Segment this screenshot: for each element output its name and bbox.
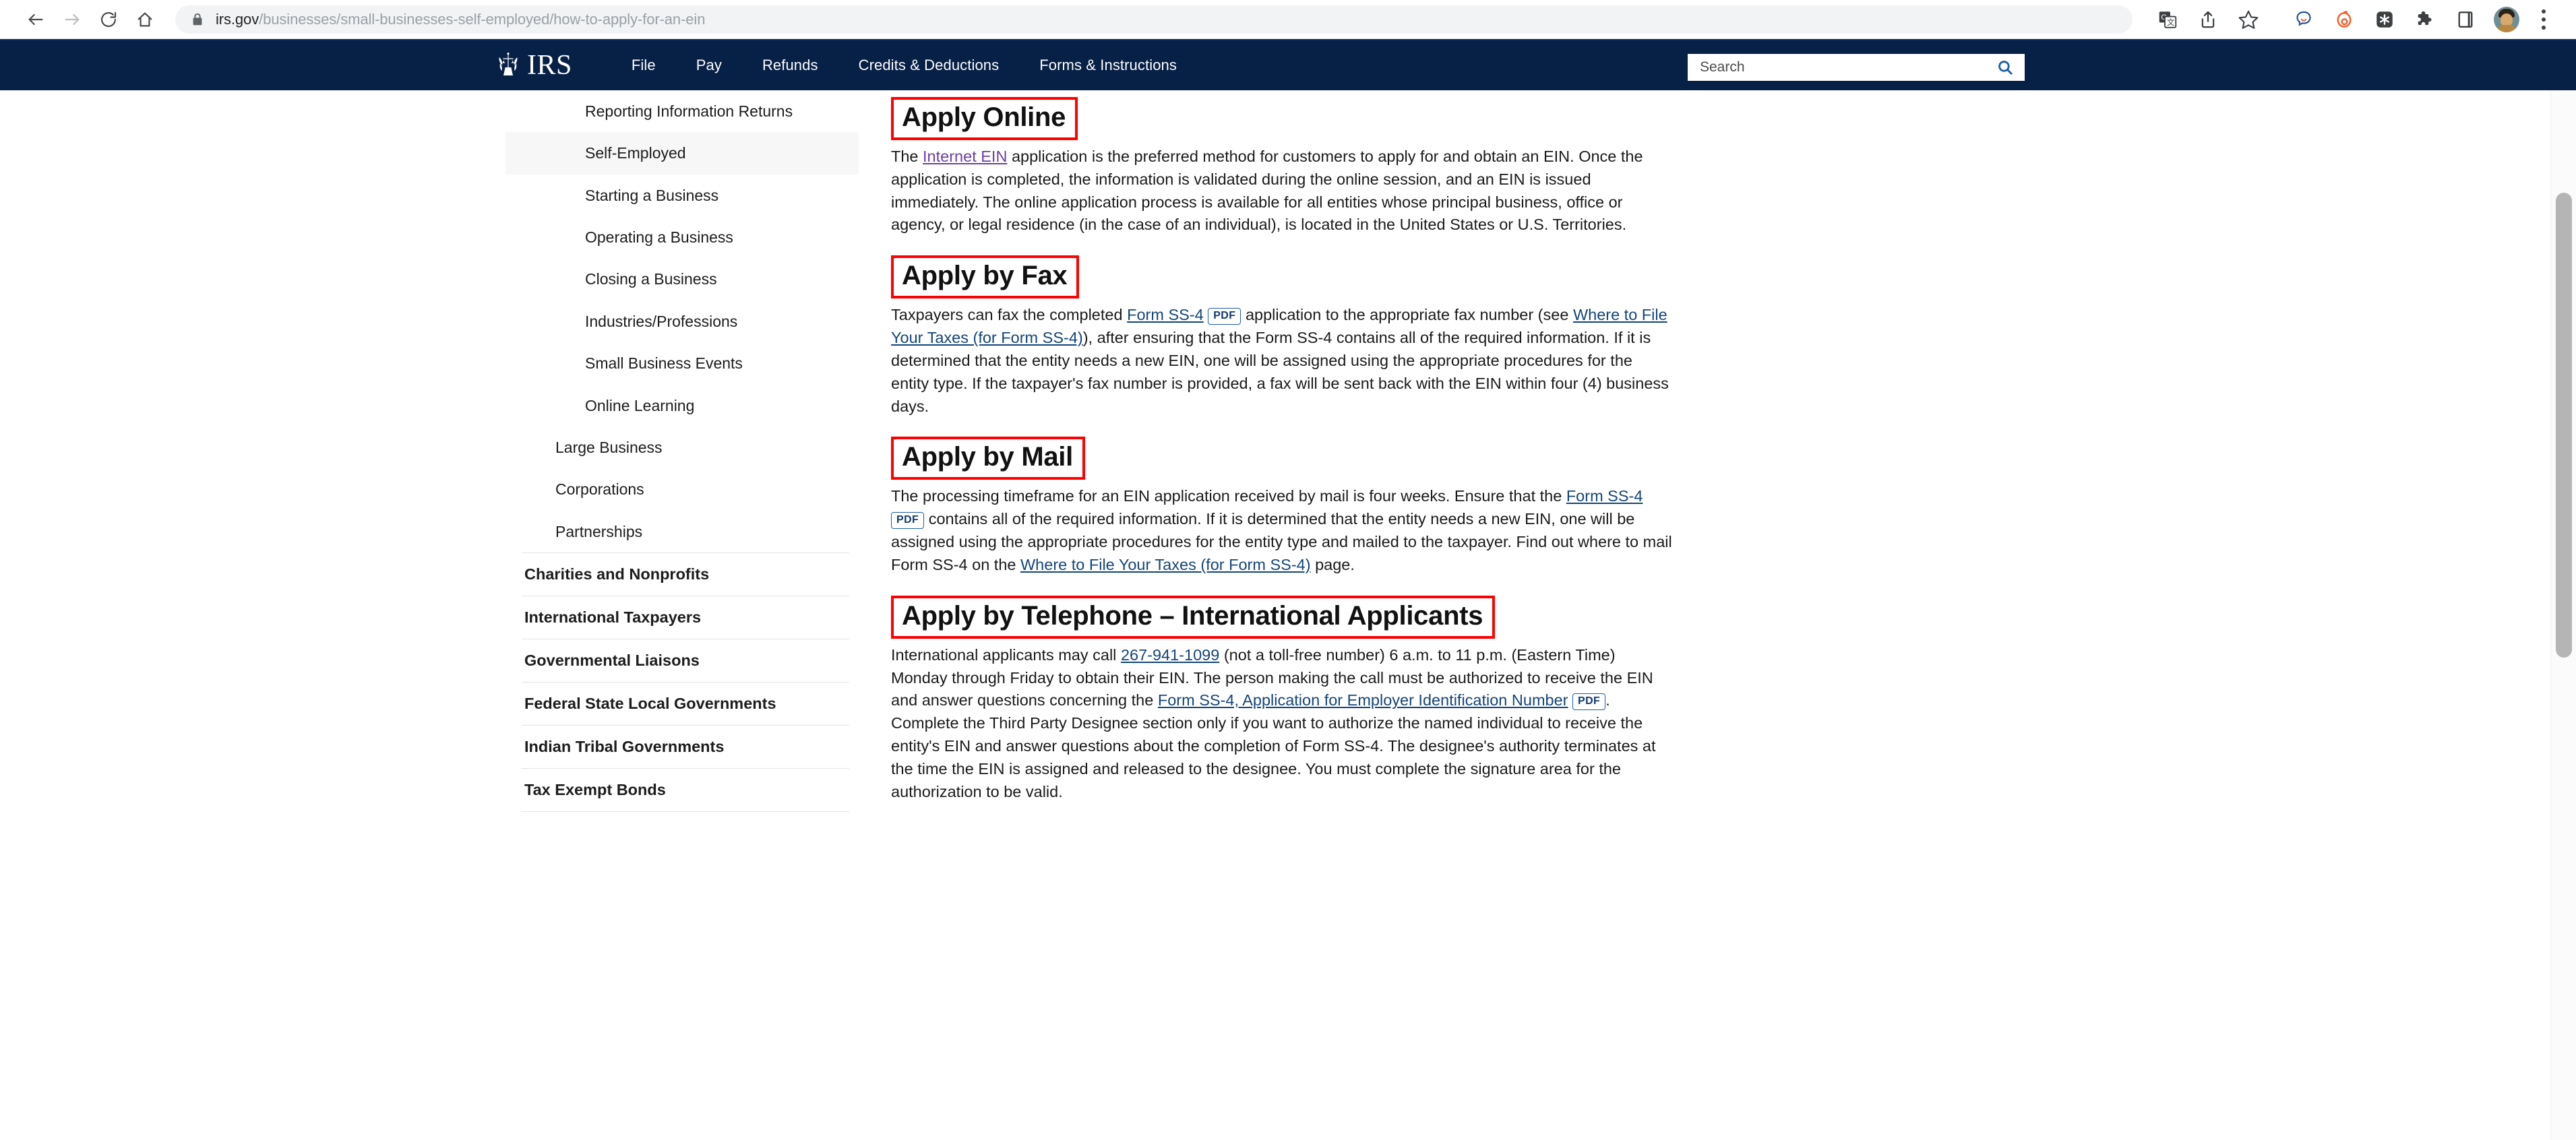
translate-icon[interactable]: G 文 [2150,2,2185,37]
section-heading-apply-online: Apply Online [902,102,1066,132]
nav-item-credits-deductions[interactable]: Credits & Deductions [838,57,1020,74]
kebab-dot [2542,17,2546,22]
link-form-ss-4[interactable]: Form SS-4 [1127,306,1204,323]
address-bar[interactable]: irs.gov/businesses/small-businesses-self… [175,5,2133,34]
sidebar-divider [522,811,849,813]
chat-bubble-icon[interactable] [2286,2,2321,37]
lock-icon [190,12,205,27]
annotation-box-apply-online: Apply Online [891,97,1078,140]
sidebar-navigation: Reporting Information Returns Self-Employ… [505,90,859,813]
annotation-box-apply-by-telephone-international-applicants: Apply by Telephone – International Appli… [891,595,1496,639]
url-path: /businesses/small-businesses-self-employ… [259,10,706,28]
link-where-to-file-your-taxes-for-form-ss-4[interactable]: Where to File Your Taxes (for Form SS-4) [891,306,1667,346]
puzzle-piece-icon[interactable] [2408,2,2443,37]
sidebar-item-corporations[interactable]: Corporations [505,468,859,510]
avatar[interactable] [2494,6,2519,32]
sidebar-item-indian-tribal-governments[interactable]: Indian Tribal Governments [505,726,859,768]
url-host: irs.gov [216,10,259,28]
sidebar-item-tax-exempt-bonds[interactable]: Tax Exempt Bonds [505,769,859,811]
avatar-body [2497,24,2516,32]
irs-site-header: IRS File Pay Refunds Credits & Deduction… [0,39,2576,90]
irs-eagle-logo [493,50,523,81]
search-input[interactable] [1700,59,1994,75]
honey-icon[interactable] [2327,2,2362,37]
sidebar-item-large-business[interactable]: Large Business [505,426,859,468]
annotation-box-apply-by-fax: Apply by Fax [891,255,1080,299]
link-form-ss-4-application-for-employer-identification-number[interactable]: Form SS-4, Application for Employer Iden… [1158,691,1568,709]
browser-actions: G 文 [2145,2,2558,37]
nav-item-pay[interactable]: Pay [676,57,742,74]
home-button[interactable] [127,1,163,38]
kebab-dot [2542,9,2546,13]
share-icon[interactable] [2190,2,2226,37]
kebab-menu-icon[interactable] [2529,2,2558,37]
sidebar-item-self-employed[interactable]: Self-Employed [505,132,859,175]
paragraph-apply-by-fax: Taxpayers can fax the completed Form SS-… [891,306,1669,415]
irs-main-menu: File Pay Refunds Credits & Deductions Fo… [611,57,1197,74]
nav-item-forms-instructions[interactable]: Forms & Instructions [1019,57,1197,74]
search-icon[interactable] [1994,56,2017,79]
link-internet-ein[interactable]: Internet EIN [923,148,1007,165]
kebab-dot [2542,25,2546,30]
sidebar-item-federal-state-local-governments[interactable]: Federal State Local Governments [505,683,859,725]
sidebar-item-charities-and-nonprofits[interactable]: Charities and Nonprofits [505,553,859,596]
nav-item-file[interactable]: File [611,57,676,74]
sidebar-item-international-taxpayers[interactable]: International Taxpayers [505,596,859,639]
reload-button[interactable] [90,1,127,38]
pdf-badge-icon[interactable]: PDF [1208,308,1241,325]
sidebar-item-closing-a-business[interactable]: Closing a Business [505,258,859,300]
paragraph-apply-online: The Internet EIN application is the pref… [891,148,1643,234]
avatar-face [2501,13,2513,26]
sidebar-item-operating-a-business[interactable]: Operating a Business [505,216,859,258]
forward-button[interactable] [54,1,90,38]
url-text: irs.gov/businesses/small-businesses-self… [216,11,705,28]
sidebar-item-reporting-information-returns[interactable]: Reporting Information Returns [505,90,859,132]
sidebar-item-small-business-events[interactable]: Small Business Events [505,342,859,384]
paragraph-apply-by-telephone-international-applicants: International applicants may call 267-94… [891,645,1656,800]
paragraph-apply-by-mail: The processing timeframe for an EIN appl… [891,487,1672,573]
pdf-badge-icon[interactable]: PDF [1572,693,1606,711]
section-heading-apply-by-telephone-international-applicants: Apply by Telephone – International Appli… [902,600,1483,631]
irs-wordmark: IRS [527,50,572,81]
asterisk-badge-icon[interactable] [2367,2,2402,37]
main-content: Apply Online The Internet EIN application… [891,90,1673,808]
sidebar-item-starting-a-business[interactable]: Starting a Business [505,175,859,216]
section-heading-apply-by-fax: Apply by Fax [902,261,1068,291]
svg-text:文: 文 [2167,18,2174,27]
page-body: Reporting Information Returns Self-Employ… [0,90,2576,1140]
sidepanel-icon[interactable] [2448,2,2483,37]
link-form-ss-4[interactable]: Form SS-4 [1566,487,1643,505]
browser-chrome: irs.gov/businesses/small-businesses-self… [0,0,2576,39]
sidebar-item-industries-professions[interactable]: Industries/Professions [505,300,859,342]
sidebar-item-online-learning[interactable]: Online Learning [505,385,859,426]
vertical-scrollbar[interactable] [2550,90,2576,1140]
nav-item-refunds[interactable]: Refunds [742,57,838,74]
link-where-to-file-your-taxes-for-form-ss-4[interactable]: Where to File Your Taxes (for Form SS-4) [1020,556,1311,573]
scrollbar-thumb[interactable] [2556,193,2572,658]
pdf-badge-icon[interactable]: PDF [891,512,925,529]
annotation-box-apply-by-mail: Apply by Mail [891,437,1085,480]
irs-logo[interactable]: IRS [491,48,572,83]
sidebar-item-governmental-liaisons[interactable]: Governmental Liaisons [505,639,859,682]
back-button[interactable] [18,1,54,38]
section-heading-apply-by-mail: Apply by Mail [902,442,1073,472]
site-search [1688,54,2025,81]
sidebar-item-partnerships[interactable]: Partnerships [505,511,859,552]
bookmark-star-icon[interactable] [2231,2,2266,37]
link-267-941-1099[interactable]: 267-941-1099 [1121,646,1219,664]
